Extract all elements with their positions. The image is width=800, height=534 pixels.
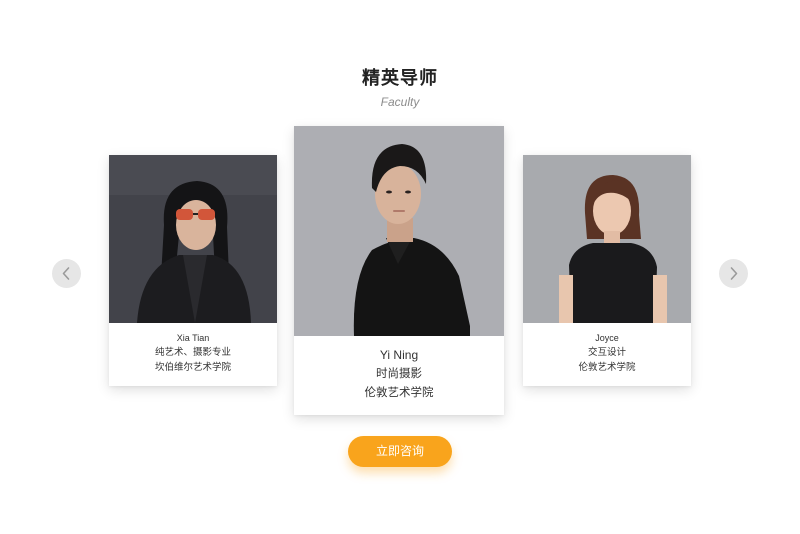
mentor-school: 伦敦艺术学院 <box>364 385 434 399</box>
mentor-name: Yi Ning <box>379 348 419 362</box>
mentor-school: 坎伯维尔艺术学院 <box>154 362 231 373</box>
mentor-major: 纯艺术、摄影专业 <box>154 347 231 358</box>
mentor-school: 伦敦艺术学院 <box>578 362 636 373</box>
mentor-card-featured[interactable]: Yi Ning 时尚摄影 伦敦艺术学院 <box>294 126 504 415</box>
section-title: 精英导师 <box>362 68 438 89</box>
mentor-info: Xia Tian 纯艺术、摄影专业 坎伯维尔艺术学院 <box>109 331 277 375</box>
mentor-card[interactable]: Joyce 交互设计 伦敦艺术学院 <box>523 155 691 386</box>
faculty-section: 精英导师 Faculty Xia Tian 纯艺术、摄影专业 坎伯维尔艺术学院 … <box>0 0 800 534</box>
mentor-info: Joyce 交互设计 伦敦艺术学院 <box>523 331 691 375</box>
mentor-card[interactable]: Xia Tian 纯艺术、摄影专业 坎伯维尔艺术学院 <box>109 155 277 386</box>
mentor-name: Xia Tian <box>176 333 210 343</box>
mentor-info: Yi Ning 时尚摄影 伦敦艺术学院 <box>294 346 504 402</box>
mentor-photo <box>109 155 277 323</box>
carousel-prev-button[interactable] <box>52 259 81 288</box>
mentor-major: 交互设计 <box>587 347 626 358</box>
section-subtitle: Faculty <box>380 95 420 109</box>
mentor-name: Joyce <box>595 333 619 343</box>
mentor-photo <box>523 155 691 323</box>
chevron-right-icon <box>730 267 738 280</box>
consult-now-button[interactable]: 立即咨询 <box>348 436 452 467</box>
mentor-major: 时尚摄影 <box>376 366 422 380</box>
mentor-photo <box>294 126 504 336</box>
chevron-left-icon <box>62 267 70 280</box>
carousel-next-button[interactable] <box>719 259 748 288</box>
